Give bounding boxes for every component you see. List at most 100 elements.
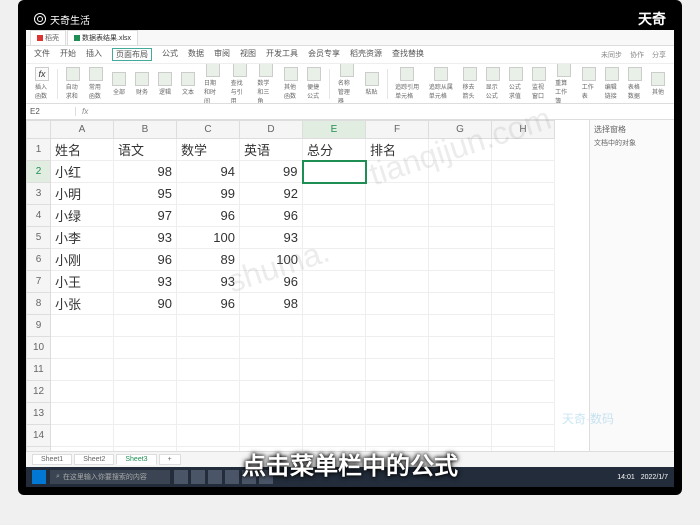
ribbon-button[interactable]: 显示公式	[483, 66, 503, 101]
menu-item-4[interactable]: 公式	[162, 48, 178, 61]
cell[interactable]: 94	[177, 161, 240, 183]
cell[interactable]: 96	[240, 271, 303, 293]
cell[interactable]	[429, 293, 492, 315]
cell[interactable]	[492, 249, 555, 271]
cell[interactable]	[492, 381, 555, 403]
cell[interactable]	[177, 381, 240, 403]
cell[interactable]	[303, 183, 366, 205]
cell[interactable]	[240, 337, 303, 359]
cell[interactable]	[366, 337, 429, 359]
name-box[interactable]: E2	[26, 107, 76, 116]
fx-icon[interactable]: fx	[76, 107, 94, 116]
cell[interactable]	[366, 205, 429, 227]
cell[interactable]	[429, 139, 492, 161]
cell[interactable]	[429, 425, 492, 447]
cell[interactable]	[492, 403, 555, 425]
cell[interactable]	[492, 205, 555, 227]
cell[interactable]	[303, 381, 366, 403]
cell[interactable]	[366, 425, 429, 447]
column-header[interactable]: D	[240, 121, 303, 139]
ribbon-button[interactable]: 追踪从属单元格	[426, 66, 457, 101]
cell[interactable]: 总分	[303, 139, 366, 161]
cell[interactable]	[303, 425, 366, 447]
cell[interactable]	[51, 315, 114, 337]
ribbon-button[interactable]: 工作表	[579, 66, 599, 101]
cell[interactable]: 数学	[177, 139, 240, 161]
cell[interactable]	[51, 359, 114, 381]
ribbon-button[interactable]: 名称管理器	[335, 64, 359, 104]
cell[interactable]: 98	[240, 293, 303, 315]
row-header[interactable]: 12	[27, 381, 51, 403]
ribbon-button[interactable]: 自动求和	[63, 66, 83, 101]
cell[interactable]: 99	[177, 183, 240, 205]
cell[interactable]	[51, 337, 114, 359]
row-header[interactable]: 2	[27, 161, 51, 183]
cell[interactable]: 95	[114, 183, 177, 205]
collab-button[interactable]: 协作	[630, 50, 644, 60]
cell[interactable]	[177, 315, 240, 337]
ribbon-button[interactable]: 全部	[109, 71, 129, 97]
row-header[interactable]: 5	[27, 227, 51, 249]
cell[interactable]	[240, 425, 303, 447]
ribbon-button[interactable]: 财务	[132, 71, 152, 97]
cell[interactable]	[492, 425, 555, 447]
start-button[interactable]	[32, 470, 46, 484]
cell[interactable]	[492, 183, 555, 205]
cell[interactable]	[114, 359, 177, 381]
share-button[interactable]: 分享	[652, 50, 666, 60]
sheet-tab[interactable]: Sheet3	[116, 454, 156, 465]
cell[interactable]	[429, 403, 492, 425]
task-icon[interactable]	[191, 470, 205, 484]
cell[interactable]	[492, 227, 555, 249]
cell[interactable]	[240, 359, 303, 381]
cell[interactable]	[429, 359, 492, 381]
ribbon-button[interactable]: 查找与引用	[228, 64, 252, 104]
ribbon-button[interactable]: fx插入函数	[32, 66, 52, 101]
menu-item-2[interactable]: 插入	[86, 48, 102, 61]
column-header[interactable]: E	[303, 121, 366, 139]
cell[interactable]: 96	[177, 293, 240, 315]
ribbon-button[interactable]: 移去箭头	[460, 66, 480, 101]
menu-item-10[interactable]: 稻壳资源	[350, 48, 382, 61]
cell[interactable]	[429, 227, 492, 249]
cell[interactable]: 98	[114, 161, 177, 183]
menu-item-8[interactable]: 开发工具	[266, 48, 298, 61]
cell[interactable]: 96	[114, 249, 177, 271]
cell[interactable]	[492, 271, 555, 293]
ribbon-button[interactable]: 常用函数	[86, 66, 106, 101]
row-header[interactable]: 13	[27, 403, 51, 425]
cell[interactable]	[429, 205, 492, 227]
cell[interactable]: 小明	[51, 183, 114, 205]
cell[interactable]	[114, 337, 177, 359]
ribbon-button[interactable]: 其他函数	[281, 66, 301, 101]
cell[interactable]	[303, 227, 366, 249]
cell[interactable]: 89	[177, 249, 240, 271]
cell[interactable]	[303, 359, 366, 381]
cell[interactable]	[114, 315, 177, 337]
row-header[interactable]: 9	[27, 315, 51, 337]
ribbon-button[interactable]: 数学和三角	[254, 64, 278, 104]
cell[interactable]: 96	[177, 205, 240, 227]
cell[interactable]	[303, 337, 366, 359]
cell[interactable]: 93	[114, 271, 177, 293]
cell[interactable]: 99	[240, 161, 303, 183]
cell[interactable]	[366, 271, 429, 293]
cell[interactable]: 96	[240, 205, 303, 227]
taskbar-search[interactable]: ⌕ 在这里输入你要搜索的内容	[50, 470, 170, 484]
cell[interactable]	[492, 337, 555, 359]
cell[interactable]	[492, 359, 555, 381]
cell[interactable]: 93	[240, 227, 303, 249]
row-header[interactable]: 1	[27, 139, 51, 161]
sync-status[interactable]: 未同步	[601, 50, 622, 60]
cell[interactable]: 小张	[51, 293, 114, 315]
cell[interactable]	[51, 403, 114, 425]
ribbon-button[interactable]: 监视窗口	[529, 66, 549, 101]
row-header[interactable]: 10	[27, 337, 51, 359]
menu-item-3[interactable]: 页面布局	[112, 48, 152, 61]
cell[interactable]	[492, 293, 555, 315]
cell[interactable]	[366, 315, 429, 337]
cell[interactable]	[177, 425, 240, 447]
cell[interactable]	[366, 293, 429, 315]
menu-item-1[interactable]: 开始	[60, 48, 76, 61]
cell[interactable]	[177, 359, 240, 381]
